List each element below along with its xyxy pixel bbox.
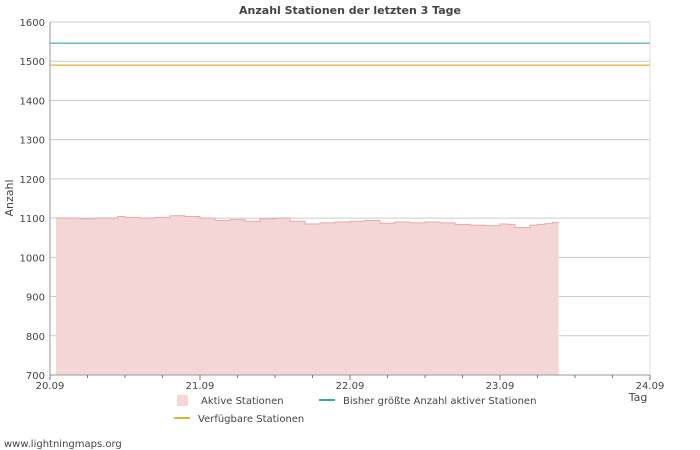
legend: Aktive Stationen Bisher größte Anzahl akt… xyxy=(174,395,536,425)
legend-label: Aktive Stationen xyxy=(201,396,284,407)
y-tick-label: 900 xyxy=(26,293,45,304)
legend-item: Verfügbare Stationen xyxy=(174,414,304,425)
footer-credit: www.lightningmaps.org xyxy=(4,439,122,450)
y-tick-label: 1600 xyxy=(20,18,45,29)
x-tick-label: 23.09 xyxy=(486,381,515,392)
y-tick-label: 1100 xyxy=(20,214,45,225)
legend-item: Aktive Stationen xyxy=(177,395,284,407)
y-tick-label: 800 xyxy=(26,332,45,343)
y-tick-label: 1000 xyxy=(20,253,45,264)
x-axis-label: Tag xyxy=(628,391,648,404)
y-tick-label: 1200 xyxy=(20,175,45,186)
legend-label: Bisher größte Anzahl aktiver Stationen xyxy=(343,396,536,407)
y-tick-label: 1400 xyxy=(20,96,45,107)
active-stations-area xyxy=(56,215,559,375)
y-tick-label: 1300 xyxy=(20,136,45,147)
area-layer xyxy=(56,215,559,375)
x-tick-label: 21.09 xyxy=(186,381,215,392)
y-tick-labels: 7008009001000110012001300140015001600 xyxy=(20,18,45,382)
chart-title: Anzahl Stationen der letzten 3 Tage xyxy=(239,4,461,17)
legend-swatch xyxy=(177,395,188,406)
legend-item: Bisher größte Anzahl aktiver Stationen xyxy=(319,396,536,407)
chart: Anzahl Stationen der letzten 3 Tage 7008… xyxy=(3,4,665,450)
y-axis-label: Anzahl xyxy=(3,179,16,216)
x-tick-labels: 20.09 21.09 22.09 23.09 24.09 xyxy=(36,381,665,392)
x-tick-label: 20.09 xyxy=(36,381,65,392)
y-tick-label: 1500 xyxy=(20,57,45,68)
x-tick-label: 22.09 xyxy=(336,381,365,392)
line-layer xyxy=(50,42,650,66)
legend-label: Verfügbare Stationen xyxy=(198,414,304,425)
